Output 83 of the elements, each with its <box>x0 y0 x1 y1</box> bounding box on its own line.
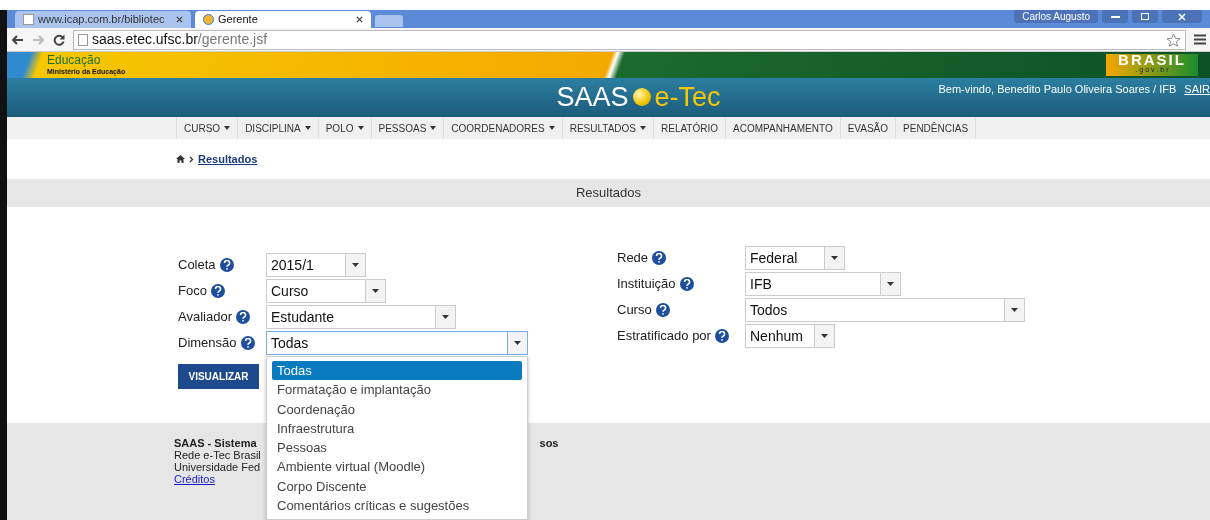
field-label: Estratificado por <box>617 327 711 346</box>
field-label: Coleta <box>178 256 216 275</box>
caret-icon <box>435 306 455 328</box>
chevron-icon <box>189 155 194 163</box>
tab-title: Gerente <box>218 12 259 28</box>
footer-title: sos <box>539 437 559 449</box>
footer-text: Rede e-Tec Brasil <box>174 449 261 461</box>
help-icon[interactable] <box>219 258 234 272</box>
caret-icon <box>365 280 385 302</box>
dropdown-option[interactable]: Corpo Discente <box>272 476 522 497</box>
profile-name[interactable]: Carlos Augusto <box>1014 10 1098 23</box>
select-field[interactable]: Curso <box>266 279 386 303</box>
field-label: Curso <box>617 301 652 320</box>
dropdown-option[interactable]: Comentários críticas e sugestões <box>272 496 522 516</box>
section-title: Resultados <box>575 184 641 203</box>
browser-tab[interactable]: www.icap.com.br/bibliotec <box>15 11 191 28</box>
menu-icon[interactable] <box>1194 34 1206 45</box>
credits-link[interactable]: Créditos <box>174 473 215 485</box>
field-label: Dimensão <box>178 334 237 353</box>
brand-text: BRASIL <box>1118 55 1186 65</box>
select-field[interactable]: Nenhum <box>745 324 835 348</box>
footer-text: Universidade Fed <box>174 461 261 473</box>
close-icon[interactable] <box>356 16 363 23</box>
dropdown-option[interactable]: Coordenação <box>272 399 522 419</box>
page-icon <box>23 14 34 25</box>
page-icon <box>78 33 88 46</box>
caret-icon <box>430 126 437 130</box>
dropdown-option[interactable]: Ambiente virtual (Moodle) <box>272 457 522 477</box>
visualizar-button[interactable]: VISUALIZAR <box>178 364 259 389</box>
nav-menu-item[interactable]: PENDÊNCIAS <box>895 117 977 139</box>
url-text: saas.etec.ufsc.br/gerente.jsf <box>92 30 268 49</box>
back-icon[interactable] <box>11 34 24 45</box>
help-icon[interactable] <box>714 329 729 343</box>
caret-icon <box>824 247 844 269</box>
select-field[interactable]: Federal <box>745 246 845 270</box>
help-icon[interactable] <box>655 303 670 317</box>
browser-tab[interactable]: Gerente <box>195 11 371 28</box>
address-field[interactable]: saas.etec.ufsc.br/gerente.jsf <box>73 29 1186 50</box>
field-label: Foco <box>178 282 207 301</box>
logo-text: e-Tec <box>654 81 721 113</box>
breadcrumb-link[interactable]: Resultados <box>198 150 258 168</box>
minimize-button[interactable] <box>1102 10 1128 23</box>
home-icon[interactable] <box>176 155 185 163</box>
dropdown-option[interactable]: Pessoas <box>272 438 522 458</box>
help-icon[interactable] <box>652 251 667 265</box>
field-label: Instituição <box>617 275 676 294</box>
help-icon[interactable] <box>210 284 225 298</box>
select-field[interactable]: Todas <box>266 331 528 355</box>
ministry-title: Educação <box>47 55 102 66</box>
caret-icon <box>640 126 646 130</box>
reload-icon[interactable] <box>53 33 65 46</box>
caret-icon <box>304 126 311 130</box>
close-window-button[interactable] <box>1162 10 1202 23</box>
dropdown-option[interactable]: Todas <box>272 361 522 381</box>
select-field[interactable]: 2015/1 <box>266 253 366 277</box>
welcome-text: Bem-vindo, Benedito Paulo Oliveira Soares / IFB <box>938 82 1177 97</box>
globe-icon <box>203 14 214 25</box>
help-icon[interactable] <box>235 310 250 324</box>
caret-icon <box>345 254 365 276</box>
close-icon <box>1178 12 1186 21</box>
field-label: Rede <box>617 249 649 268</box>
help-icon[interactable] <box>240 336 255 350</box>
select-field[interactable]: Todos <box>745 298 1025 322</box>
dropdown-option[interactable]: Infraestrutura <box>272 418 522 439</box>
caret-icon <box>224 126 231 130</box>
help-icon[interactable] <box>679 277 694 291</box>
maximize-button[interactable] <box>1132 10 1158 23</box>
caret-icon <box>507 332 527 354</box>
caret-icon <box>1004 299 1024 321</box>
select-field[interactable]: Estudante <box>266 305 456 329</box>
caret-icon <box>814 325 834 347</box>
logout-link[interactable]: SAIR <box>1184 81 1210 98</box>
close-icon[interactable] <box>176 16 183 23</box>
field-label: Avaliador <box>178 308 232 327</box>
dropdown-option[interactable]: Formatação e implantação <box>272 380 522 400</box>
logo-text: SAAS <box>556 81 629 113</box>
select-field[interactable]: IFB <box>745 272 901 296</box>
tab-title: www.icap.com.br/bibliotec <box>38 12 166 28</box>
star-icon[interactable] <box>1166 32 1181 47</box>
caret-icon <box>880 273 900 295</box>
caret-icon <box>357 126 364 130</box>
caret-icon <box>548 126 555 130</box>
footer-title: SAAS - Sistema <box>174 437 257 449</box>
